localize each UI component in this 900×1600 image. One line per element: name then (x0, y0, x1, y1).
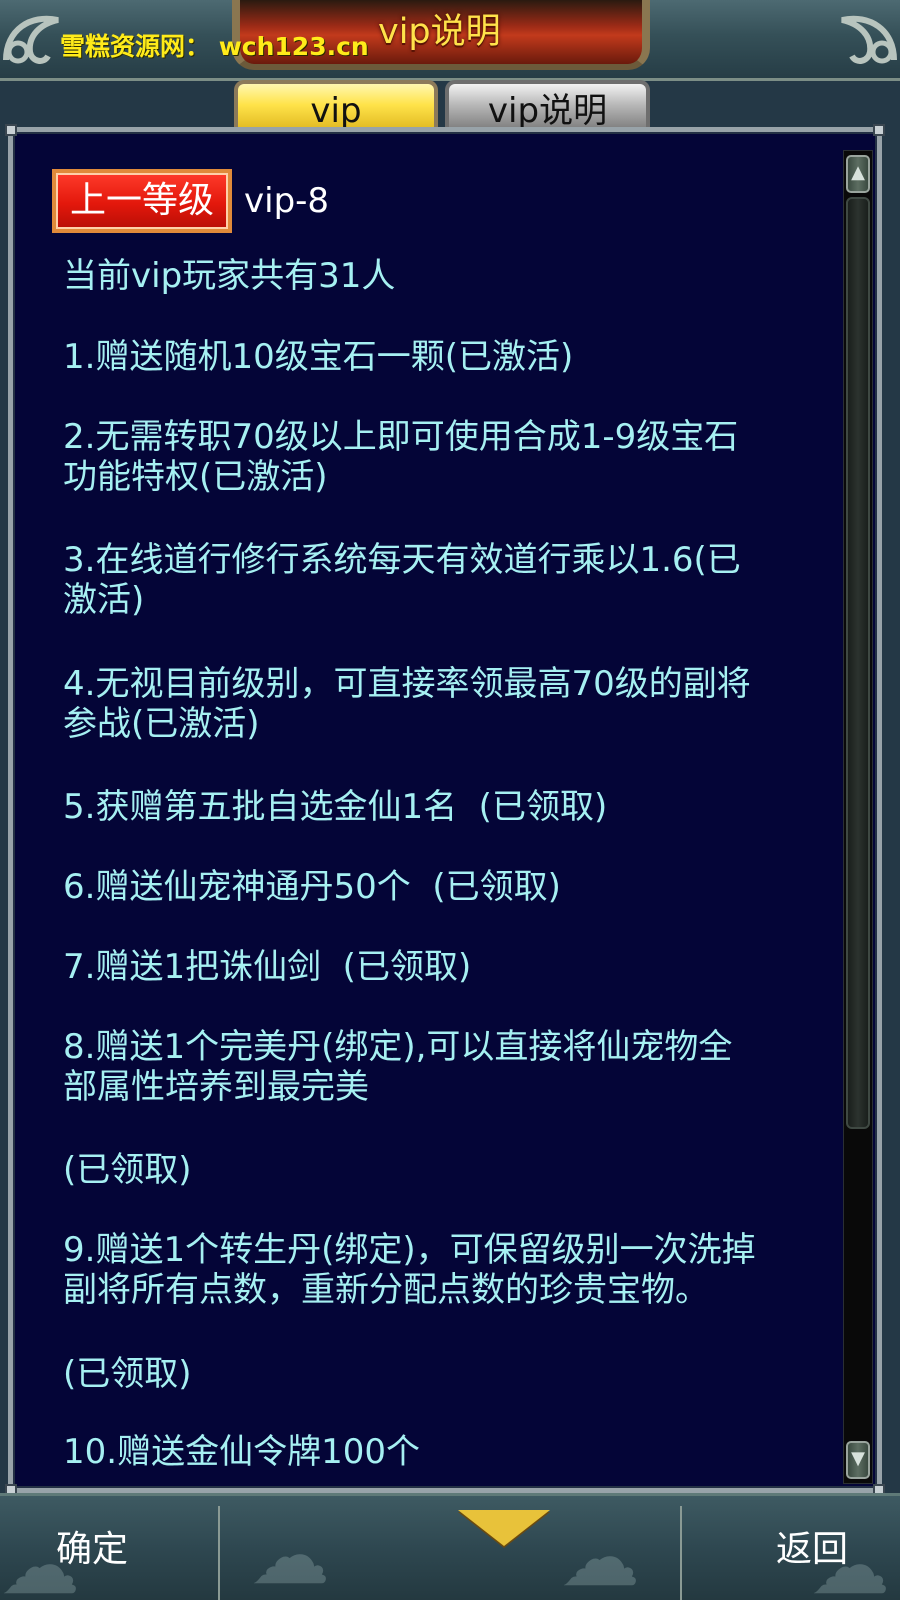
cloud-decoration-icon: ☁ (560, 1511, 640, 1600)
benefit-line: 7.赠送1把诛仙剑 (已领取) (63, 947, 472, 987)
vip-level-label: vip-8 (244, 181, 330, 221)
scrollbar-thumb[interactable] (846, 197, 870, 1129)
tab-vip[interactable]: vip (234, 80, 438, 131)
benefit-line: 5.获赠第五批自选金仙1名 (已领取) (63, 787, 608, 827)
benefit-line: 功能特权(已激活) (63, 457, 328, 497)
footer-divider (218, 1506, 220, 1600)
benefit-line: 部属性培养到最完美 (63, 1067, 369, 1107)
benefit-line: 6.赠送仙宠神通丹50个 (已领取) (63, 867, 561, 907)
content-panel: 上一等级 vip-8 当前vip玩家共有31人 1.赠送随机10级宝石一颗(已激… (5, 124, 885, 1496)
header-ornament-right-icon (841, 15, 897, 64)
scroll-up-arrow-icon[interactable]: ▲ (846, 155, 870, 193)
benefit-line: 激活) (63, 580, 145, 620)
vertical-scrollbar[interactable]: ▲ ▼ (843, 150, 873, 1484)
benefit-line: 8.赠送1个完美丹(绑定),可以直接将仙宠物全 (63, 1027, 733, 1067)
benefit-line: 9.赠送1个转生丹(绑定)，可保留级别一次洗掉 (63, 1230, 756, 1270)
benefit-line: 2.无需转职70级以上即可使用合成1-9级宝石 (63, 417, 739, 457)
benefit-line: 4.无视目前级别，可直接率领最高70级的副将 (63, 664, 751, 704)
vip-player-count: 当前vip玩家共有31人 (63, 256, 396, 296)
benefit-line: 3.在线道行修行系统每天有效道行乘以1.6(已 (63, 540, 741, 580)
footer-divider (680, 1506, 682, 1600)
cloud-decoration-icon: ☁ (250, 1509, 330, 1600)
benefit-status-line: (已领取) (63, 1354, 192, 1394)
watermark-text: 雪糕资源网： wch123.cn (60, 32, 369, 61)
panel-corner (873, 124, 885, 136)
benefit-line: 1.赠送随机10级宝石一颗(已激活) (63, 337, 574, 377)
page-title: vip说明 (378, 12, 501, 52)
down-arrow-icon[interactable] (458, 1510, 550, 1546)
header-bar: 雪糕资源网： wch123.cn vip说明 (0, 0, 900, 81)
confirm-button[interactable]: 确定 (56, 1520, 128, 1580)
tab-vip-description[interactable]: vip说明 (445, 80, 650, 131)
benefit-line: 10.赠送金仙令牌100个 (63, 1432, 420, 1472)
back-button[interactable]: 返回 (776, 1520, 848, 1580)
benefit-line: 参战(已激活) (63, 704, 260, 744)
scroll-down-arrow-icon[interactable]: ▼ (846, 1441, 870, 1479)
previous-level-button[interactable]: 上一等级 (52, 169, 232, 233)
scroll-content[interactable]: 上一等级 vip-8 当前vip玩家共有31人 1.赠送随机10级宝石一颗(已激… (13, 132, 839, 1488)
benefit-line: 副将所有点数，重新分配点数的珍贵宝物。 (63, 1270, 709, 1310)
vip-dialog: 雪糕资源网： wch123.cn vip说明 vip vip说明 上一等级 vi… (0, 0, 900, 1600)
footer-bar: ☁ ☁ ☁ ☁ 确定 返回 (0, 1493, 900, 1600)
benefit-status-line: (已领取) (63, 1150, 192, 1190)
